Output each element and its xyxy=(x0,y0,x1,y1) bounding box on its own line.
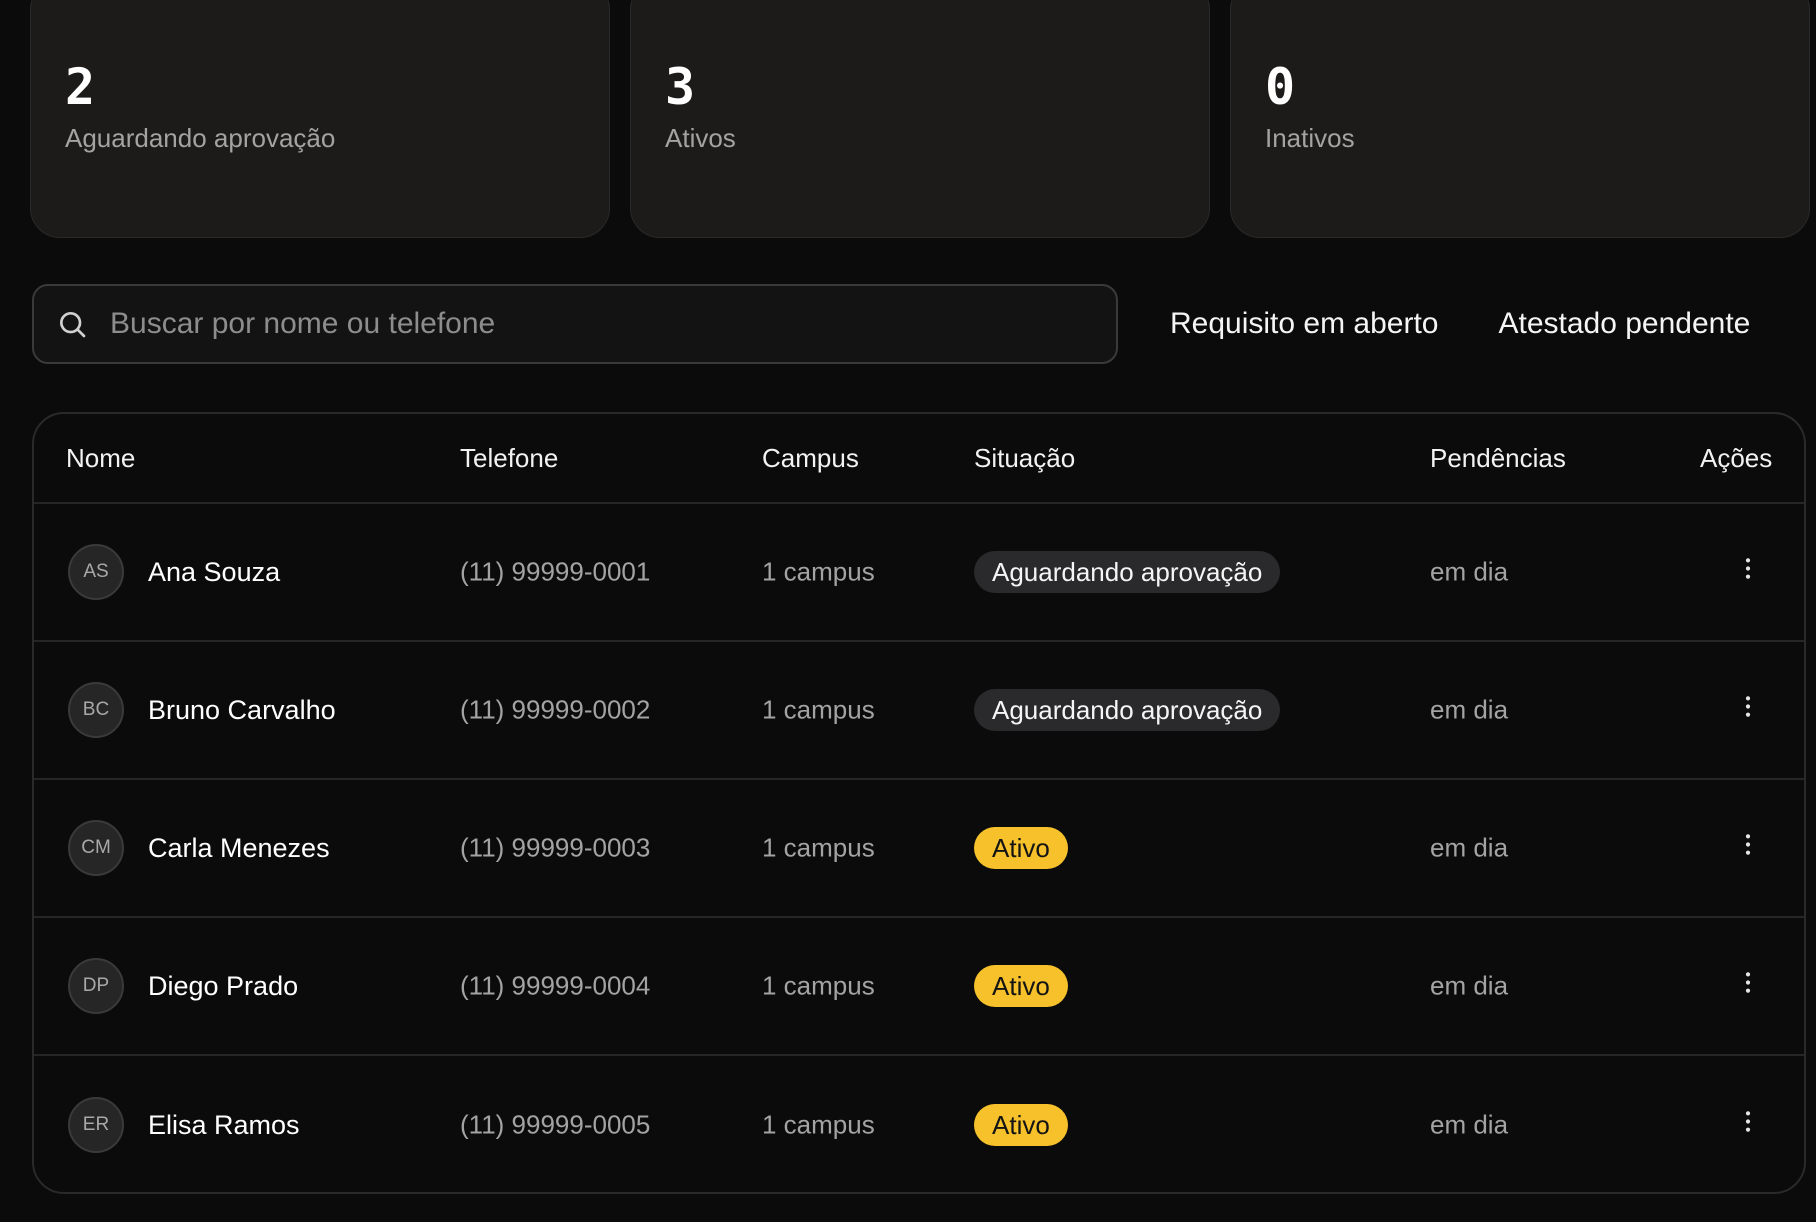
row-actions-button[interactable] xyxy=(1734,1108,1762,1143)
status-cell: Aguardando aprovação xyxy=(974,551,1281,593)
campus-cell: 1 campus xyxy=(762,694,875,725)
stat-card-pending: 2 Aguardando aprovação xyxy=(30,0,610,238)
column-header-situacao[interactable]: Situação xyxy=(974,443,1075,474)
column-header-nome[interactable]: Nome xyxy=(66,443,135,474)
campus-cell: 1 campus xyxy=(762,970,875,1001)
avatar: DP xyxy=(68,958,124,1014)
phone-cell: (11) 99999-0005 xyxy=(460,1109,651,1140)
more-vertical-icon xyxy=(1745,972,1751,993)
avatar: ER xyxy=(68,1097,124,1153)
stat-label: Inativos xyxy=(1265,123,1355,153)
pendencias-cell: em dia xyxy=(1430,1109,1509,1140)
status-badge: Aguardando aprovação xyxy=(974,551,1281,593)
campus-cell: 1 campus xyxy=(762,1109,875,1140)
stat-label: Ativos xyxy=(665,123,736,153)
search-box[interactable] xyxy=(32,284,1118,364)
campus-cell: 1 campus xyxy=(762,832,875,863)
pendencias-cell: em dia xyxy=(1430,694,1509,725)
more-vertical-icon xyxy=(1745,1111,1751,1132)
avatar: CM xyxy=(68,820,124,876)
status-badge: Aguardando aprovação xyxy=(974,689,1281,731)
column-header-telefone[interactable]: Telefone xyxy=(460,443,558,474)
row-actions-button[interactable] xyxy=(1734,693,1762,728)
pendencias-cell: em dia xyxy=(1430,832,1509,863)
table-body: AS Ana Souza (11) 99999-0001 1 campus Ag… xyxy=(34,504,1804,1192)
status-cell: Ativo xyxy=(974,1104,1068,1146)
table-row[interactable]: BC Bruno Carvalho (11) 99999-0002 1 camp… xyxy=(34,642,1804,780)
more-vertical-icon xyxy=(1745,558,1751,579)
stat-card-inactive: 0 Inativos xyxy=(1230,0,1810,238)
name-cell: BC Bruno Carvalho xyxy=(68,682,336,738)
member-name[interactable]: Diego Prado xyxy=(148,971,298,1002)
table-row[interactable]: CM Carla Menezes (11) 99999-0003 1 campu… xyxy=(34,780,1804,918)
phone-cell: (11) 99999-0002 xyxy=(460,694,651,725)
status-badge: Ativo xyxy=(974,827,1068,869)
status-badge: Ativo xyxy=(974,1104,1068,1146)
column-header-pendencias[interactable]: Pendências xyxy=(1430,443,1566,474)
more-vertical-icon xyxy=(1745,834,1751,855)
row-actions-button[interactable] xyxy=(1734,969,1762,1004)
name-cell: CM Carla Menezes xyxy=(68,820,330,876)
more-vertical-icon xyxy=(1745,696,1751,717)
row-actions-button[interactable] xyxy=(1734,555,1762,590)
row-actions-button[interactable] xyxy=(1734,831,1762,866)
table-row[interactable]: DP Diego Prado (11) 99999-0004 1 campus … xyxy=(34,918,1804,1056)
table-row[interactable]: ER Elisa Ramos (11) 99999-0005 1 campus … xyxy=(34,1056,1804,1192)
pendencias-cell: em dia xyxy=(1430,970,1509,1001)
pendencias-cell: em dia xyxy=(1430,556,1509,587)
members-table: Nome Telefone Campus Situação Pendências… xyxy=(32,412,1806,1194)
stat-value: 3 xyxy=(665,58,696,116)
column-header-acoes: Ações xyxy=(1700,442,1773,473)
stat-label: Aguardando aprovação xyxy=(65,123,336,153)
status-badge: Ativo xyxy=(974,965,1068,1007)
status-cell: Ativo xyxy=(974,827,1068,869)
campus-cell: 1 campus xyxy=(762,556,875,587)
search-input[interactable] xyxy=(110,307,1010,341)
member-name[interactable]: Elisa Ramos xyxy=(148,1110,300,1141)
stats-row: 2 Aguardando aprovação 3 Ativos 0 Inativ… xyxy=(30,0,1810,238)
member-name[interactable]: Bruno Carvalho xyxy=(148,695,336,726)
status-cell: Aguardando aprovação xyxy=(974,689,1281,731)
search-icon xyxy=(60,312,86,338)
table-row[interactable]: AS Ana Souza (11) 99999-0001 1 campus Ag… xyxy=(34,504,1804,642)
phone-cell: (11) 99999-0003 xyxy=(460,832,651,863)
table-header: Nome Telefone Campus Situação Pendências… xyxy=(34,414,1804,504)
name-cell: ER Elisa Ramos xyxy=(68,1097,300,1153)
member-name[interactable]: Ana Souza xyxy=(148,557,280,588)
phone-cell: (11) 99999-0004 xyxy=(460,970,651,1001)
member-name[interactable]: Carla Menezes xyxy=(148,833,330,864)
status-cell: Ativo xyxy=(974,965,1068,1007)
filter-requisito-em-aberto[interactable]: Requisito em aberto xyxy=(1170,307,1438,341)
stat-card-active: 3 Ativos xyxy=(630,0,1210,238)
phone-cell: (11) 99999-0001 xyxy=(460,556,651,587)
stat-value: 2 xyxy=(65,58,96,116)
name-cell: AS Ana Souza xyxy=(68,544,280,600)
avatar: BC xyxy=(68,682,124,738)
column-header-campus[interactable]: Campus xyxy=(762,443,859,474)
avatar: AS xyxy=(68,544,124,600)
name-cell: DP Diego Prado xyxy=(68,958,298,1014)
toolbar: Requisito em aberto Atestado pendente xyxy=(32,284,1784,364)
filter-atestado-pendente[interactable]: Atestado pendente xyxy=(1498,307,1750,341)
stat-value: 0 xyxy=(1265,58,1296,116)
